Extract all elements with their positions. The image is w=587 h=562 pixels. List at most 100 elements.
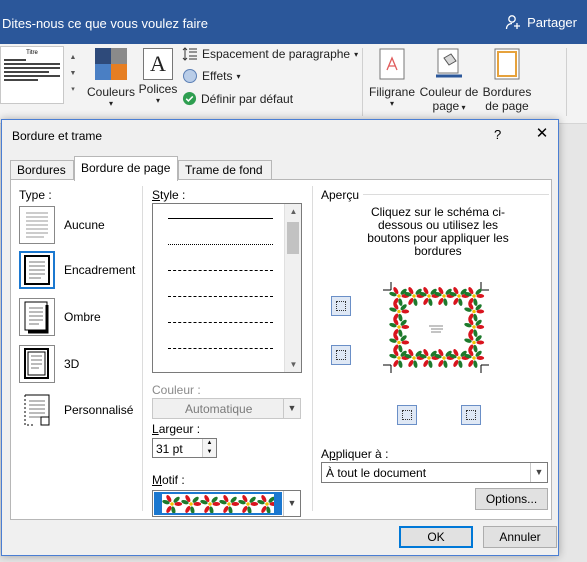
poinsettia-icon	[464, 318, 485, 337]
type-box[interactable]: Encadrement	[19, 251, 149, 291]
options-button[interactable]: Options...	[475, 488, 548, 510]
type-custom-label: Personnalisé	[64, 403, 134, 417]
apply-to-value: À tout le document	[326, 466, 427, 480]
type-custom[interactable]: Personnalisé	[19, 391, 149, 431]
colors-button[interactable]: Couleurs ▾	[86, 48, 136, 108]
options-label: Options...	[485, 492, 538, 506]
type-3d-label: 3D	[64, 357, 80, 371]
dialog-title: Bordure et trame	[12, 129, 103, 143]
thumb-title: Titre	[26, 50, 38, 56]
tab-page-border[interactable]: Bordure de page	[74, 156, 178, 181]
cancel-label: Annuler	[499, 530, 541, 544]
fonts-label: Polices	[138, 82, 178, 96]
person-add-icon	[505, 15, 521, 30]
ribbon-title-bar: Dites-nous ce que vous voulez faire Part…	[0, 0, 587, 44]
spin-down-icon[interactable]: ▼	[202, 448, 216, 457]
document-format-thumbnail[interactable]: Titre	[0, 46, 64, 104]
effects-label: Effets	[202, 69, 233, 83]
style-dash-dot[interactable]	[168, 322, 273, 323]
page-color-button[interactable]: Couleur de page ▾	[418, 48, 480, 113]
color-combo[interactable]: Automatique ▼	[152, 398, 301, 419]
page-borders-label-2: de page	[485, 99, 529, 113]
tell-me-search[interactable]: Dites-nous ce que vous voulez faire	[2, 16, 208, 31]
tab-borders-label: Bordures	[17, 163, 66, 177]
art-label: Motif :	[152, 473, 185, 487]
type-shadow-label: Ombre	[64, 310, 101, 324]
type-3d[interactable]: 3D	[19, 345, 149, 385]
color-label: Couleur :	[152, 383, 201, 397]
effects-icon	[183, 69, 197, 83]
tab-shading[interactable]: Trame de fond	[178, 160, 272, 180]
type-box-label: Encadrement	[64, 263, 136, 277]
page-border-panel: Type : Aucune Encadrement Ombre 3D Perso…	[10, 179, 552, 520]
bottom-border-button[interactable]	[331, 345, 351, 365]
page-color-label-2: page	[432, 99, 460, 113]
colors-label: Couleurs	[86, 85, 136, 99]
paragraph-spacing-button[interactable]: Espacement de paragraphe ▾	[182, 46, 358, 62]
page-borders-icon	[494, 48, 520, 80]
poinsettia-icon	[389, 333, 410, 353]
watermark-button[interactable]: Filigrane ▾	[366, 48, 418, 108]
color-value: Automatique	[185, 402, 253, 416]
apply-to-combo[interactable]: À tout le document ▼	[321, 462, 548, 483]
type-none[interactable]: Aucune	[19, 206, 149, 246]
set-default-label: Définir par défaut	[201, 91, 294, 106]
left-border-button[interactable]	[397, 405, 417, 425]
watermark-label: Filigrane	[368, 85, 416, 99]
share-button[interactable]: Partager	[505, 14, 577, 30]
watermark-icon	[379, 48, 405, 80]
close-icon[interactable]: ✕	[531, 124, 553, 144]
width-label: Largeur :	[152, 422, 201, 436]
colors-icon	[95, 48, 127, 80]
style-dash[interactable]	[168, 296, 273, 297]
ribbon-design-tab: Titre ▲ ▼ ▾ Couleurs ▾ A Polices ▾ Espacem…	[0, 44, 587, 124]
type-none-preview	[19, 206, 55, 244]
paint-bucket-icon	[436, 48, 462, 78]
scroll-thumb[interactable]	[287, 222, 299, 254]
spin-up-icon[interactable]: ▲	[202, 439, 216, 448]
ok-label: OK	[427, 530, 445, 544]
poinsettia-icon	[389, 287, 410, 306]
paragraph-spacing-label: Espacement de paragraphe	[202, 47, 351, 61]
checkmark-icon	[182, 91, 197, 106]
type-none-label: Aucune	[64, 218, 105, 232]
right-border-button[interactable]	[461, 405, 481, 425]
scroll-up-icon[interactable]: ▲	[285, 207, 302, 216]
style-dash-dot-dot[interactable]	[168, 348, 273, 349]
scroll-down-icon[interactable]: ▼	[285, 360, 302, 369]
page-borders-button[interactable]: Bordures de page	[480, 48, 534, 113]
top-border-button[interactable]	[331, 296, 351, 316]
chevron-down-icon: ▼	[283, 399, 300, 418]
help-button[interactable]: ?	[494, 127, 501, 142]
style-list[interactable]: ▲ ▼	[152, 203, 302, 373]
style-small-dash[interactable]	[168, 270, 273, 271]
set-default-button[interactable]: Définir par défaut	[182, 91, 293, 106]
type-3d-preview	[19, 345, 55, 383]
share-label: Partager	[527, 14, 577, 30]
preview-instructions: Cliquez sur le schéma ci-dessous ou util…	[367, 205, 509, 258]
style-scrollbar[interactable]: ▲ ▼	[284, 204, 301, 372]
tab-page-border-label: Bordure de page	[81, 161, 171, 175]
border-preview-diagram[interactable]	[381, 280, 491, 375]
preview-label: Aperçu	[321, 188, 360, 202]
tab-shading-label: Trame de fond	[185, 163, 263, 177]
page-color-label-1: Couleur de	[419, 85, 479, 99]
poinsettia-icon	[389, 302, 410, 322]
gallery-scroll[interactable]: ▲ ▼ ▾	[68, 50, 78, 102]
paragraph-spacing-icon	[182, 47, 197, 61]
style-solid[interactable]	[168, 218, 273, 219]
poinsettia-icon	[464, 333, 485, 353]
poinsettia-art-preview	[154, 492, 282, 515]
style-label: Style :	[152, 188, 186, 202]
type-shadow[interactable]: Ombre	[19, 298, 149, 338]
type-label: Type :	[19, 188, 52, 202]
fonts-button[interactable]: A Polices ▾	[138, 48, 178, 105]
tab-borders[interactable]: Bordures	[10, 160, 74, 180]
ok-button[interactable]: OK	[399, 526, 473, 548]
effects-button[interactable]: Effets ▾	[182, 68, 240, 84]
art-combo[interactable]: ▼	[152, 490, 301, 517]
cancel-button[interactable]: Annuler	[483, 526, 557, 548]
style-dotted[interactable]	[168, 244, 273, 245]
page-borders-label-1: Bordures	[482, 85, 532, 99]
width-spinner[interactable]: 31 pt ▲ ▼	[152, 438, 217, 458]
